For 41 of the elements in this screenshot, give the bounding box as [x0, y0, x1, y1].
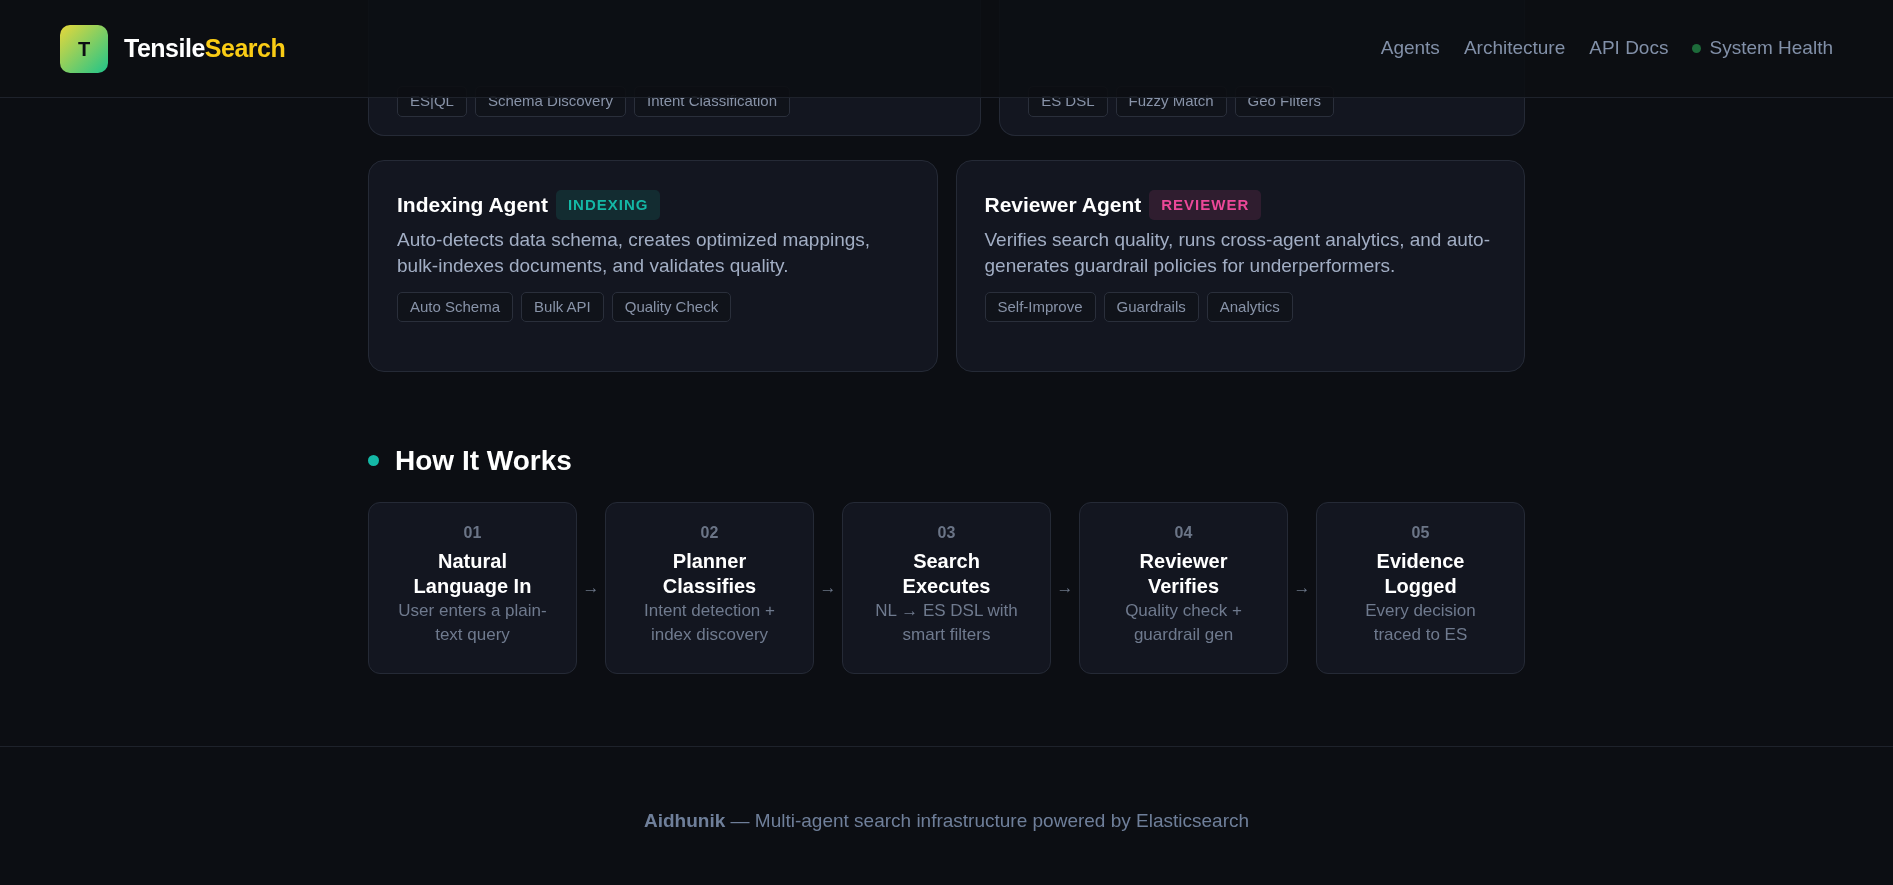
- tag: Auto Schema: [397, 291, 514, 323]
- brand-name: TensileSearch: [124, 32, 286, 64]
- arrow: →: [1055, 576, 1075, 599]
- arrow: →: [581, 576, 601, 599]
- step-number: 01: [462, 522, 483, 543]
- nav-link[interactable]: API Docs: [1589, 34, 1669, 63]
- tag: Bulk API: [521, 291, 604, 323]
- tag: Analytics: [1206, 291, 1293, 323]
- step-title: Planner Classifies: [661, 548, 758, 599]
- step-description: Intent detection + index discovery: [643, 599, 776, 647]
- step-number: 04: [1173, 522, 1194, 543]
- agent-description: Auto-detects data schema, creates optimized mappings, bulk-indexes documents, and validates quality.: [397, 227, 872, 279]
- step-number: 05: [1410, 522, 1431, 543]
- step-number: 02: [699, 522, 720, 543]
- step-title: Evidence Logged: [1375, 548, 1466, 599]
- step-description: Every decision traced to ES: [1364, 599, 1477, 647]
- tag: Guardrails: [1103, 291, 1199, 323]
- nav-link[interactable]: System Health: [1709, 34, 1833, 63]
- step-number: 03: [936, 522, 957, 543]
- status-dot: [1692, 44, 1702, 53]
- agent-description: Verifies search quality, runs cross-agent analytics, and auto-generates guardrail policies for underperformers.: [984, 227, 1491, 279]
- step-title: Natural Language In: [412, 548, 533, 599]
- step-description: Quality check + guardrail gen: [1124, 599, 1243, 647]
- step-title: Search Executes: [901, 548, 992, 599]
- agent-badge: INDEXING: [555, 189, 661, 220]
- tag: Self-Improve: [984, 291, 1096, 323]
- section-title: How It Works: [395, 444, 572, 478]
- nav-link[interactable]: Agents: [1380, 34, 1440, 63]
- nav-link[interactable]: Architecture: [1463, 34, 1566, 63]
- footer-text: Aidhunik — Multi-agent search infrastructure powered by Elasticsearch: [643, 809, 1250, 831]
- tag: Quality Check: [611, 291, 732, 323]
- agent-title: Reviewer Agent: [984, 192, 1142, 218]
- logo-icon: T: [60, 24, 108, 73]
- bullet-icon: [368, 455, 379, 467]
- step-description: User enters a plain-text query: [397, 599, 548, 647]
- arrow: →: [1292, 576, 1312, 599]
- agent-badge: REVIEWER: [1149, 189, 1262, 220]
- step-description: NL → ES DSL with smart filters: [874, 599, 1019, 647]
- agent-title: Indexing Agent: [397, 192, 548, 218]
- step-title: Reviewer Verifies: [1138, 548, 1229, 599]
- arrow: →: [818, 576, 838, 599]
